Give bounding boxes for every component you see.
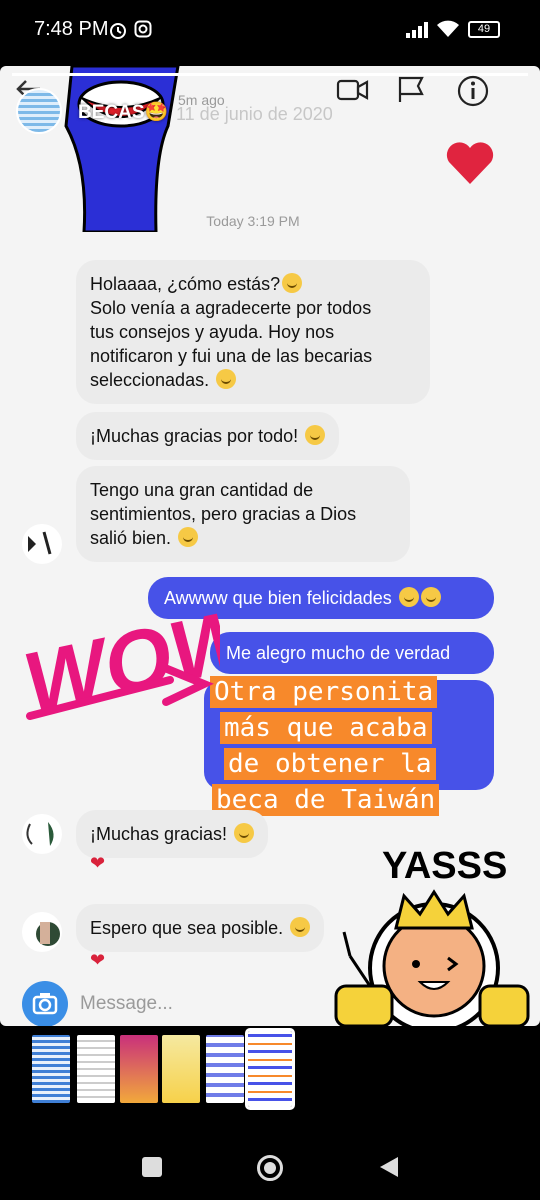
- message-text: Me alegro mucho de verdad: [226, 643, 451, 663]
- flag-icon[interactable]: [396, 74, 426, 104]
- incoming-message: Holaaaa, ¿cómo estás? Solo venía a agrad…: [76, 260, 430, 404]
- camera-button[interactable]: [22, 981, 68, 1026]
- incoming-message: Tengo una gran cantidad de sentimientos,…: [76, 466, 410, 562]
- caption-line: más que acaba: [220, 712, 432, 744]
- info-icon[interactable]: [456, 74, 490, 108]
- smile-emoji-icon: [290, 917, 311, 937]
- battery-icon: 49: [468, 21, 500, 38]
- smile-emoji-icon: [178, 527, 199, 547]
- wow-sticker[interactable]: WOW: [20, 596, 220, 726]
- battery-level: 49: [477, 23, 491, 35]
- smile-emoji-icon: [282, 273, 303, 293]
- wifi-icon: [437, 20, 459, 37]
- story-thumbnail[interactable]: [120, 1035, 158, 1103]
- heart-reaction-icon: ❤: [90, 853, 106, 873]
- outgoing-message: Me alegro mucho de verdad: [210, 632, 494, 674]
- message-line: notificaron y fui una de las becarias: [90, 346, 373, 366]
- heart-reaction-icon: ❤: [90, 950, 106, 970]
- story-thumbnail-selected[interactable]: [245, 1028, 295, 1110]
- smile-emoji-icon: [216, 369, 237, 389]
- story-username[interactable]: BECAS🤩: [78, 100, 168, 124]
- sender-avatar[interactable]: [22, 912, 62, 952]
- system-nav-bar: [0, 1135, 540, 1200]
- sender-avatar[interactable]: [22, 814, 62, 854]
- message-line: Tengo una gran cantidad de: [90, 480, 314, 500]
- story-thumbnail[interactable]: [32, 1035, 70, 1103]
- signal-icon: [406, 22, 428, 38]
- message-line: ¡Muchas gracias por todo!: [90, 426, 299, 446]
- incoming-message: ¡Muchas gracias!: [76, 810, 269, 858]
- sender-avatar[interactable]: [22, 524, 62, 564]
- yasss-text: YASSS: [382, 845, 507, 887]
- chat-day-label: Today 3:19 PM: [206, 213, 300, 229]
- message-line: Espero que sea posible.: [90, 918, 284, 938]
- video-call-icon[interactable]: [336, 74, 370, 104]
- incoming-message: ¡Muchas gracias por todo!: [76, 412, 340, 460]
- story-thumbnail[interactable]: [77, 1035, 115, 1103]
- message-line: salió bien.: [90, 528, 172, 548]
- story-thumbnail[interactable]: [206, 1035, 244, 1103]
- home-button[interactable]: [257, 1155, 283, 1181]
- back-button[interactable]: [378, 1155, 400, 1179]
- incoming-message: Espero que sea posible.: [76, 904, 325, 952]
- recent-apps-button[interactable]: [142, 1157, 162, 1177]
- heart-icon[interactable]: [444, 140, 496, 186]
- message-input[interactable]: [80, 989, 380, 1019]
- message-line: tus consejos y ayuda. Hoy nos: [90, 322, 335, 342]
- story-thumbnail[interactable]: [162, 1035, 200, 1103]
- message-bar: [18, 978, 526, 1026]
- story-progress-bar: [12, 73, 528, 76]
- instagram-notification-icon: [134, 20, 152, 38]
- caption-line: de obtener la: [224, 748, 436, 780]
- camera-icon: [32, 993, 58, 1015]
- status-bar: 7:48 PM 49: [0, 0, 540, 62]
- smile-emoji-icon: [305, 425, 326, 445]
- grin-emoji-icon: [398, 587, 419, 607]
- grin-emoji-icon: [420, 587, 441, 607]
- message-line: ¡Muchas gracias!: [90, 824, 228, 844]
- wow-text: WOW: [20, 596, 220, 726]
- message-line: seleccionadas.: [90, 370, 210, 390]
- caption-line: Otra personita: [210, 676, 438, 708]
- status-time: 7:48 PM: [34, 18, 109, 40]
- message-line: sentimientos, pero gracias a Dios: [90, 504, 357, 524]
- story-view[interactable]: BECAS🤩 5m ago 11 de junio de 2020 Today …: [0, 66, 540, 1026]
- story-avatar[interactable]: [16, 88, 62, 134]
- alarm-icon: [110, 23, 126, 39]
- screenshot-date: 11 de junio de 2020: [176, 104, 333, 124]
- smile-emoji-icon: [234, 823, 255, 843]
- message-line: Holaaaa, ¿cómo estás?: [90, 274, 281, 294]
- monster-sticker: [64, 66, 180, 232]
- message-line: Solo venía a agradecerte por todos: [90, 298, 372, 318]
